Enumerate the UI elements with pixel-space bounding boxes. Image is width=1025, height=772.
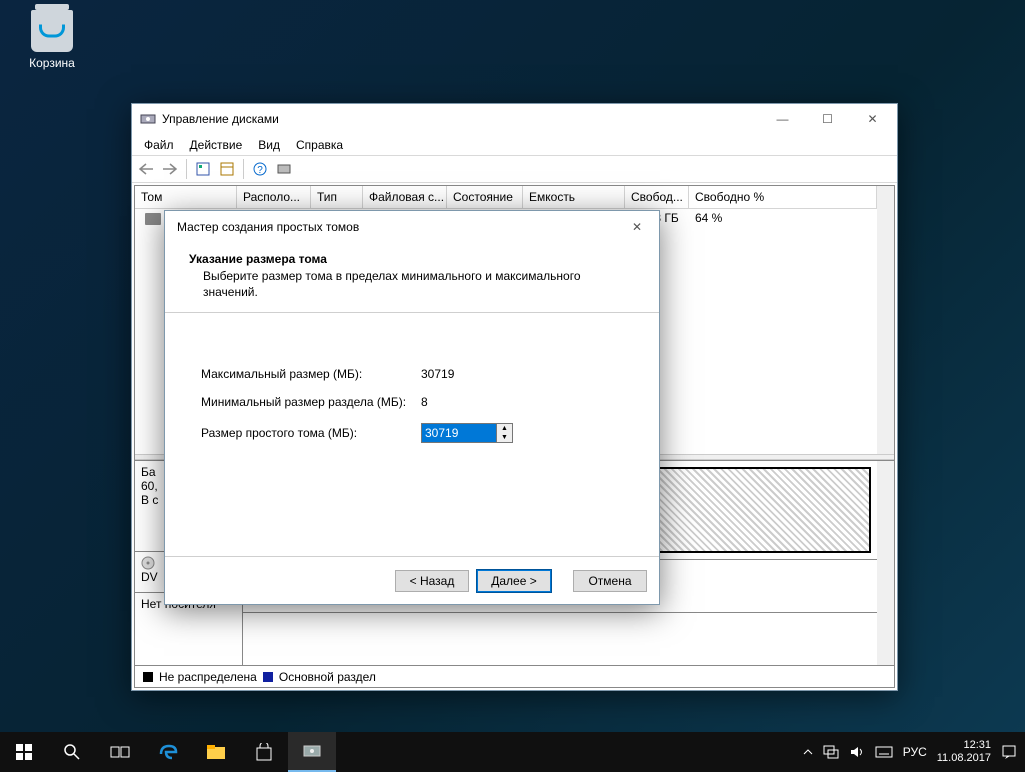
back-icon[interactable] [136,159,156,179]
help-icon[interactable]: ? [250,159,270,179]
volume-icon [145,213,161,225]
col-capacity[interactable]: Емкость [523,186,625,209]
toolbar-icon-3[interactable] [274,159,294,179]
edge-icon[interactable] [144,732,192,772]
svg-text:?: ? [257,165,263,176]
recycle-bin-icon [31,10,73,52]
tray-clock[interactable]: 12:31 11.08.2017 [937,739,991,764]
col-fs[interactable]: Файловая с... [363,186,447,209]
disk-mgmt-icon [140,111,156,127]
main-window-title: Управление дисками [162,112,760,126]
tray-network-icon[interactable] [823,745,839,759]
toolbar: ? [132,155,897,183]
legend-swatch-primary [263,672,273,682]
store-icon[interactable] [240,732,288,772]
spin-up-icon[interactable]: ▲ [497,424,512,433]
simple-volume-wizard: Мастер создания простых томов ✕ Указание… [164,210,660,605]
col-layout[interactable]: Располо... [237,186,311,209]
system-tray: РУС 12:31 11.08.2017 [795,739,1025,764]
wizard-header: Указание размера тома Выберите размер то… [165,242,659,313]
maximize-button[interactable]: ☐ [805,105,850,133]
col-free-pct[interactable]: Свободно % [689,186,877,209]
wizard-subheading: Выберите размер тома в пределах минималь… [203,268,635,300]
tray-keyboard-icon[interactable] [875,746,893,758]
scrollbar[interactable] [877,461,894,665]
wizard-heading: Указание размера тома [189,252,635,266]
search-icon[interactable] [48,732,96,772]
wizard-close-button[interactable]: ✕ [617,213,657,241]
legend: Не распределена Основной раздел [135,665,894,687]
menu-action[interactable]: Действие [182,136,251,154]
volume-size-spinner[interactable]: ▲ ▼ [421,423,513,443]
menu-help[interactable]: Справка [288,136,351,154]
task-view-icon[interactable] [96,732,144,772]
main-titlebar[interactable]: Управление дисками — ☐ ✕ [132,104,897,134]
recycle-bin-label: Корзина [18,56,86,70]
legend-primary: Основной раздел [279,670,376,684]
toolbar-icon-1[interactable] [193,159,213,179]
volume-size-label: Размер простого тома (МБ): [201,426,421,440]
volume-size-input[interactable] [421,423,497,443]
menu-bar: Файл Действие Вид Справка [132,134,897,155]
dvd-icon [141,556,155,570]
wizard-titlebar[interactable]: Мастер создания простых томов ✕ [165,211,659,242]
forward-icon[interactable] [160,159,180,179]
explorer-icon[interactable] [192,732,240,772]
minimize-button[interactable]: — [760,105,805,133]
tray-volume-icon[interactable] [849,745,865,759]
spin-down-icon[interactable]: ▼ [497,433,512,442]
min-size-value: 8 [421,395,428,409]
legend-swatch-unallocated [143,672,153,682]
scrollbar[interactable] [877,186,894,454]
menu-view[interactable]: Вид [250,136,288,154]
max-size-label: Максимальный размер (МБ): [201,367,421,381]
action-center-icon[interactable] [1001,744,1017,760]
toolbar-icon-2[interactable] [217,159,237,179]
wizard-title: Мастер создания простых томов [173,220,617,234]
cancel-button[interactable]: Отмена [573,570,647,592]
taskbar: РУС 12:31 11.08.2017 [0,732,1025,772]
col-volume[interactable]: Том [135,186,237,209]
max-size-value: 30719 [421,367,454,381]
back-button[interactable]: < Назад [395,570,469,592]
tray-language[interactable]: РУС [903,745,927,759]
tray-chevron-up-icon[interactable] [803,747,813,757]
close-button[interactable]: ✕ [850,105,895,133]
next-button[interactable]: Далее > [477,570,551,592]
wizard-body: Максимальный размер (МБ): 30719 Минималь… [165,313,659,556]
start-button[interactable] [0,732,48,772]
menu-file[interactable]: Файл [136,136,182,154]
col-status[interactable]: Состояние [447,186,523,209]
min-size-label: Минимальный размер раздела (МБ): [201,395,421,409]
recycle-bin-desktop-icon[interactable]: Корзина [18,10,86,70]
col-type[interactable]: Тип [311,186,363,209]
wizard-button-row: < Назад Далее > Отмена [165,556,659,604]
col-free[interactable]: Свобод... [625,186,689,209]
disk-mgmt-taskbar-icon[interactable] [288,732,336,772]
row-free-pct: 64 % [689,209,728,227]
column-header-row: Том Располо... Тип Файловая с... Состоян… [135,186,877,209]
legend-unallocated: Не распределена [159,670,257,684]
